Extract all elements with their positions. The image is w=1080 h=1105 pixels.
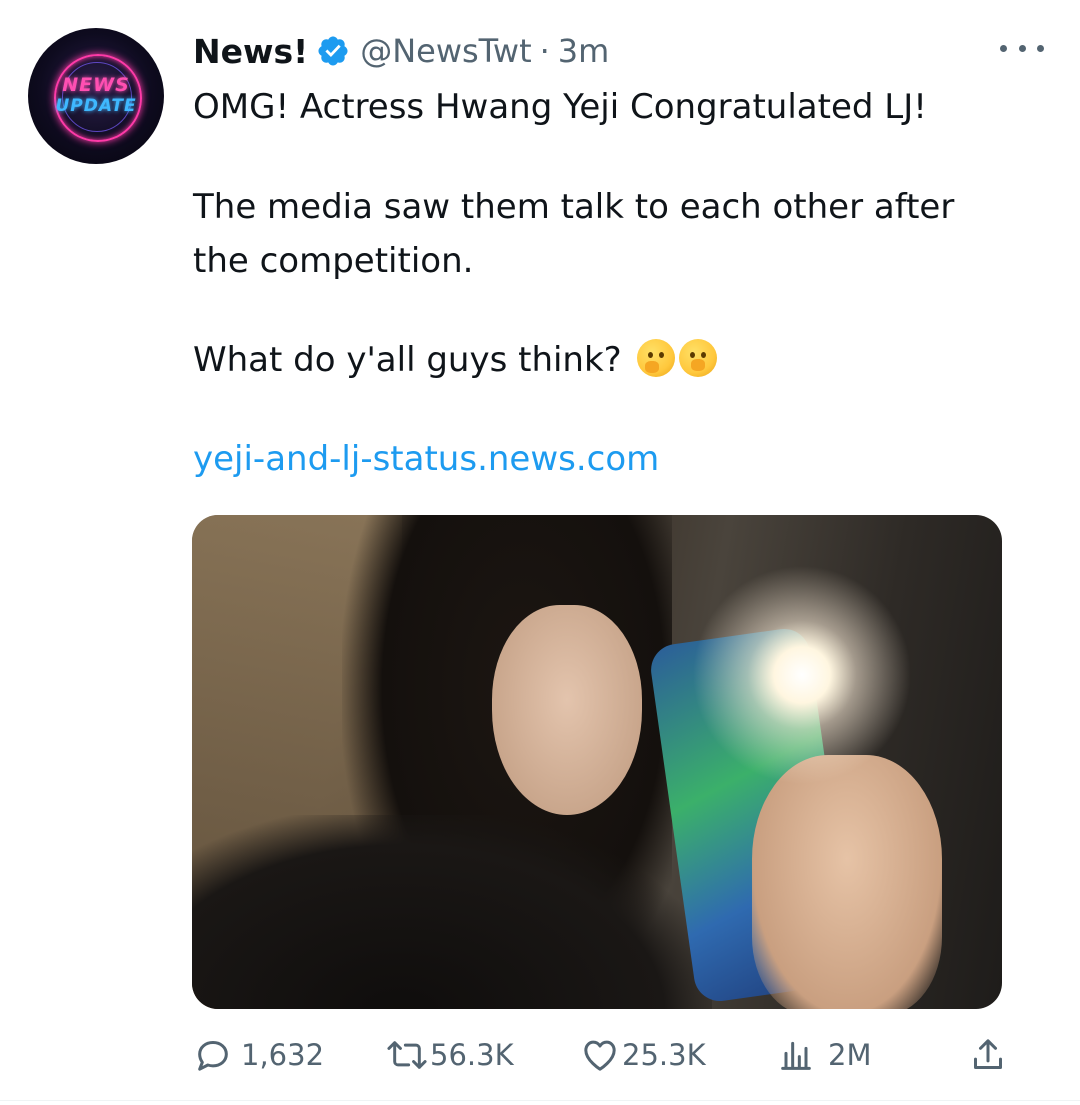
photo-camera-flash (692, 565, 912, 785)
thinking-face-emoji-icon (636, 339, 675, 377)
author-handle[interactable]: @NewsTwt (360, 32, 531, 70)
avatar-logo-text-top: NEWS (62, 74, 130, 96)
tweet-action-bar: 1,632 56.3K 25.3K 2M (0, 1030, 1080, 1080)
like-count: 25.3K (622, 1038, 706, 1072)
author-display-name[interactable]: News! (193, 32, 308, 71)
avatar-logo-text-bottom: UPDATE (55, 96, 137, 116)
tweet-question-text: What do y'all guys think? (193, 340, 622, 380)
profile-avatar[interactable]: NEWS UPDATE (28, 28, 164, 164)
retweet-icon (387, 1041, 427, 1069)
face-with-hand-over-mouth-emoji-icon (678, 339, 717, 377)
views-count: 2M (828, 1038, 872, 1072)
tweet-question-line: What do y'all guys think? (193, 333, 717, 387)
analytics-bar-icon (781, 1041, 811, 1070)
share-upload-icon (974, 1039, 1002, 1069)
tweet-media-image[interactable] (192, 515, 1002, 1009)
more-dot (1018, 44, 1026, 52)
tweet-text-line: the competition. (193, 241, 474, 281)
reply-count: 1,632 (241, 1038, 325, 1072)
reply-icon (198, 1041, 228, 1071)
tweet-timestamp[interactable]: 3m (558, 32, 610, 70)
photo-face (492, 605, 642, 815)
photo-shoulder (192, 815, 712, 1009)
separator-dot: · (539, 32, 550, 70)
like-button[interactable]: 25.3K (580, 1030, 706, 1080)
reply-button[interactable]: 1,632 (193, 1030, 324, 1080)
retweet-count: 56.3K (430, 1038, 514, 1072)
share-button[interactable] (968, 1030, 1008, 1080)
tweet-link[interactable]: yeji-and-lj-status.news.com (193, 432, 659, 486)
tweet-divider (0, 1100, 1080, 1101)
retweet-button[interactable]: 56.3K (384, 1030, 514, 1080)
more-dot (1037, 44, 1044, 52)
tweet-header: News! @NewsTwt · 3m (193, 26, 609, 76)
views-button[interactable]: 2M (776, 1030, 871, 1080)
tweet-text-line: The media saw them talk to each other af… (193, 187, 955, 227)
more-options-icon[interactable] (1000, 34, 1044, 62)
tweet-text-line: OMG! Actress Hwang Yeji Congratulated LJ… (193, 87, 927, 127)
heart-icon (584, 1040, 616, 1071)
verified-badge-icon (318, 36, 348, 66)
photo-hand (752, 755, 942, 1009)
more-dot (1000, 44, 1007, 52)
